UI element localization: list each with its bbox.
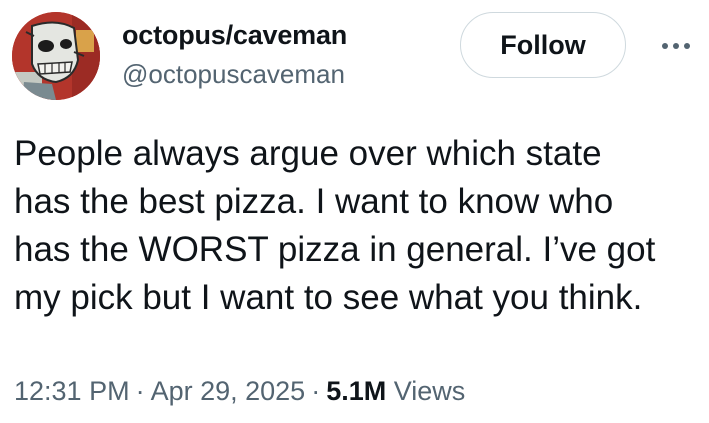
skull-portrait-avatar-icon (12, 12, 100, 100)
tweet-text-line: People always argue over which state (14, 134, 602, 173)
tweet-time[interactable]: 12:31 PM (14, 376, 130, 406)
more-horizontal-icon (662, 43, 690, 49)
tweet-card: octopus/caveman @octopuscaveman Follow P… (0, 0, 709, 423)
tweet-date[interactable]: Apr 29, 2025 (151, 376, 306, 406)
tweet-meta: 12:31 PM · Apr 29, 2025 · 5.1M Views (14, 374, 465, 408)
follow-button[interactable]: Follow (460, 12, 626, 78)
tweet-text: People always argue over which state has… (14, 130, 704, 322)
tweet-text-line: my pick but I want to see what you think… (14, 278, 643, 317)
meta-separator: · (311, 376, 321, 406)
user-handle[interactable]: @octopuscaveman (122, 57, 347, 91)
avatar[interactable] (12, 12, 100, 100)
views-label: Views (393, 376, 466, 406)
display-name[interactable]: octopus/caveman (122, 18, 347, 52)
tweet-text-line: has the best pizza. I want to know who (14, 182, 614, 221)
views-count: 5.1M (326, 376, 387, 406)
more-options-button[interactable] (656, 32, 696, 60)
author-block: octopus/caveman @octopuscaveman (122, 18, 347, 91)
meta-separator: · (135, 376, 145, 406)
tweet-text-line: has the WORST pizza in general. I’ve got (14, 230, 656, 269)
